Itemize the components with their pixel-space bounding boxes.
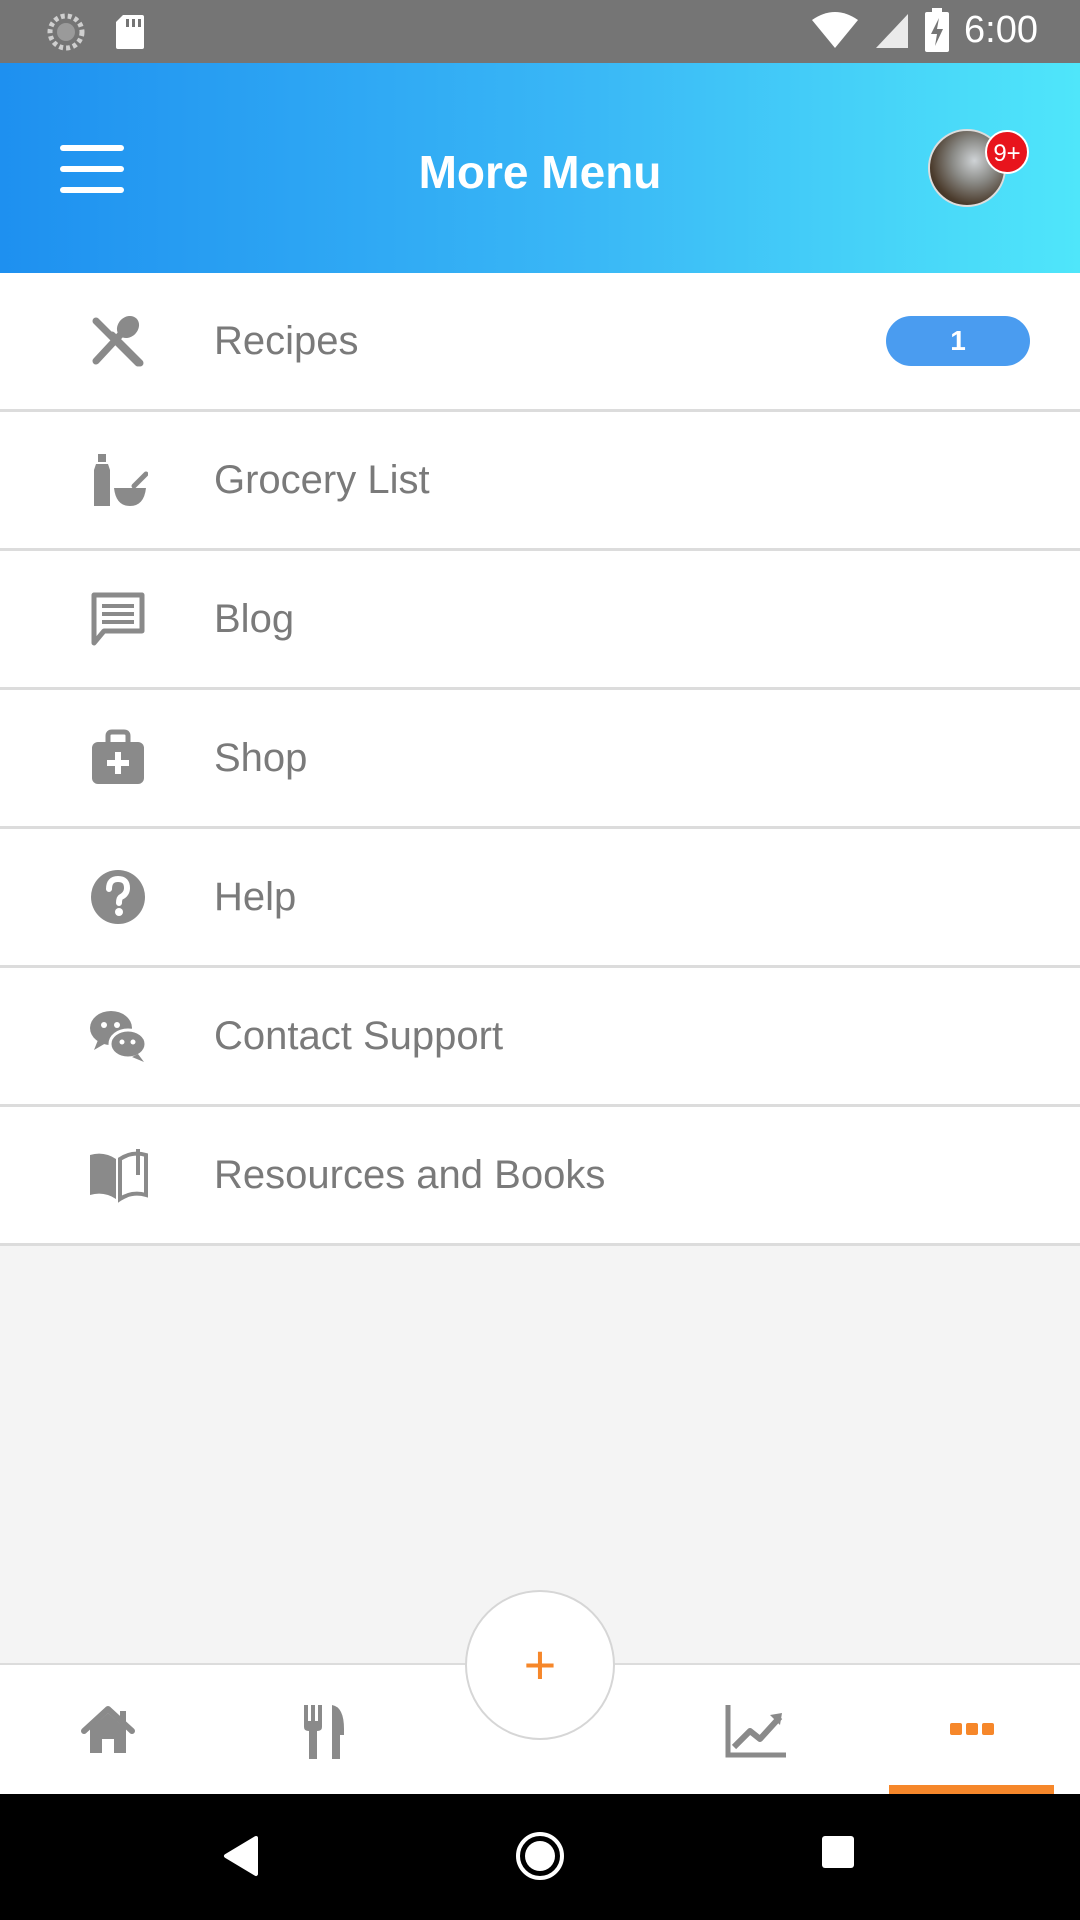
more-menu-list: Recipes 1 Grocery List Blog Shop Help Co…: [0, 273, 1080, 1246]
cell-signal-icon: [876, 14, 909, 48]
menu-item-label: Help: [214, 874, 297, 919]
more-dots-icon: [950, 1723, 994, 1735]
menu-item-grocery-list[interactable]: Grocery List: [0, 412, 1080, 551]
menu-item-blog[interactable]: Blog: [0, 551, 1080, 690]
open-book-icon: [90, 1149, 148, 1203]
loading-icon: [47, 13, 85, 51]
nav-more[interactable]: [932, 1695, 1012, 1765]
page-title: More Menu: [418, 146, 662, 198]
chat-bubbles-icon: [90, 1011, 148, 1062]
menu-item-label: Blog: [214, 596, 295, 641]
menu-item-label: Recipes: [214, 318, 359, 363]
home-icon: [81, 1706, 135, 1753]
clock: 6:00: [964, 8, 1038, 51]
menu-item-label: Resources and Books: [214, 1152, 606, 1197]
menu-item-help[interactable]: Help: [0, 829, 1080, 968]
menu-item-resources-and-books[interactable]: Resources and Books: [0, 1107, 1080, 1246]
recipes-count-badge: 1: [886, 316, 1030, 366]
back-icon[interactable]: [222, 1834, 260, 1878]
system-navigation-bar: [0, 1794, 1080, 1920]
trend-chart-icon: [725, 1705, 786, 1758]
fork-knife-icon: [304, 1705, 344, 1759]
utensils-cross-icon: [92, 315, 144, 367]
grocery-bottle-bowl-icon: [94, 454, 148, 506]
wifi-icon: [812, 12, 859, 48]
nav-progress[interactable]: [716, 1695, 796, 1765]
nav-meals[interactable]: [284, 1695, 364, 1765]
app-bar: More Menu 9+: [0, 63, 1080, 273]
notification-badge: 9+: [985, 130, 1029, 174]
message-icon: [91, 592, 145, 646]
recents-icon[interactable]: [820, 1834, 856, 1870]
home-circle-icon[interactable]: [514, 1830, 566, 1882]
menu-item-recipes[interactable]: Recipes 1: [0, 273, 1080, 412]
menu-item-label: Contact Support: [214, 1013, 504, 1058]
status-bar: 6:00: [0, 0, 1080, 63]
nav-home[interactable]: [68, 1695, 148, 1765]
menu-item-label: Shop: [214, 735, 308, 780]
add-button[interactable]: +: [465, 1590, 615, 1740]
menu-item-shop[interactable]: Shop: [0, 690, 1080, 829]
question-circle-icon: [91, 870, 145, 924]
medical-bag-icon: [92, 729, 144, 784]
menu-item-contact-support[interactable]: Contact Support: [0, 968, 1080, 1107]
battery-charging-icon: [925, 8, 950, 52]
sd-card-icon: [116, 15, 144, 49]
menu-item-label: Grocery List: [214, 457, 430, 502]
